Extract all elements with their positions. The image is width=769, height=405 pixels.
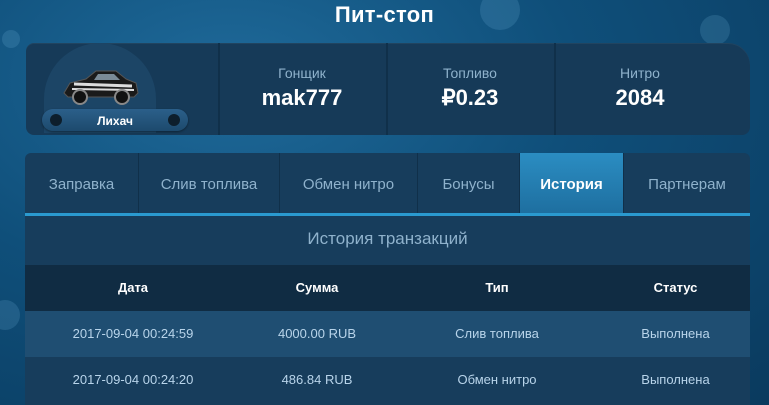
background-bubble — [2, 30, 20, 48]
column-header-amount: Сумма — [295, 280, 339, 295]
main-panel: Заправка Слив топлива Обмен нитро Бонусы… — [25, 153, 750, 405]
stat-divider — [554, 43, 556, 135]
column-header-date: Дата — [117, 280, 149, 295]
column-header-status: Статус — [653, 280, 698, 295]
cell-date: 2017-09-04 00:24:59 — [72, 326, 194, 341]
cell-date: 2017-09-04 00:24:20 — [72, 372, 194, 387]
page-title: Пит-стоп — [334, 2, 435, 27]
tab-refuel[interactable]: Заправка — [25, 153, 139, 213]
stat-value: mak777 — [261, 85, 343, 110]
avatar[interactable]: Лихач — [42, 43, 188, 133]
cell-type: Обмен нитро — [457, 372, 537, 387]
stat-fuel: Топливо ₽0.23 — [386, 43, 554, 135]
tab-underline — [25, 213, 750, 216]
stat-divider — [386, 43, 388, 135]
stat-racer: Гонщик mak777 — [218, 43, 386, 135]
table-row: 2017-09-04 00:24:20 486.84 RUB Обмен нит… — [25, 357, 750, 403]
tab-fuel-drain[interactable]: Слив топлива — [139, 153, 280, 213]
tab-partners[interactable]: Партнерам — [624, 153, 750, 213]
table-header: Дата Сумма Тип Статус — [25, 265, 750, 311]
stat-divider — [218, 43, 220, 135]
cell-status: Выполнена — [641, 372, 710, 387]
stat-value: 2084 — [615, 85, 665, 110]
cell-amount: 4000.00 RUB — [277, 326, 357, 341]
stat-label: Нитро — [620, 65, 660, 81]
car-icon — [63, 70, 139, 105]
rank-badge: Лихач — [42, 109, 188, 131]
rank-label: Лихач — [97, 114, 133, 128]
stat-nitro: Нитро 2084 — [554, 43, 726, 135]
cell-type: Слив топлива — [455, 326, 539, 341]
section-title: История транзакций — [307, 229, 468, 248]
profile-panel: Лихач Гонщик mak777 Топливо ₽0.23 Нитро … — [26, 43, 750, 135]
column-header-type: Тип — [485, 280, 509, 295]
cell-status: Выполнена — [641, 326, 710, 341]
stat-label: Топливо — [443, 65, 497, 81]
stat-value: ₽0.23 — [441, 85, 499, 110]
tab-nitro-exchange[interactable]: Обмен нитро — [280, 153, 418, 213]
stat-label: Гонщик — [278, 65, 326, 81]
background-bubble — [0, 300, 20, 330]
tab-history[interactable]: История — [520, 153, 624, 213]
table-row: 2017-09-04 00:24:59 4000.00 RUB Слив топ… — [25, 311, 750, 357]
cell-amount: 486.84 RUB — [281, 372, 353, 387]
tab-bar: Заправка Слив топлива Обмен нитро Бонусы… — [25, 153, 750, 213]
tab-bonuses[interactable]: Бонусы — [418, 153, 520, 213]
